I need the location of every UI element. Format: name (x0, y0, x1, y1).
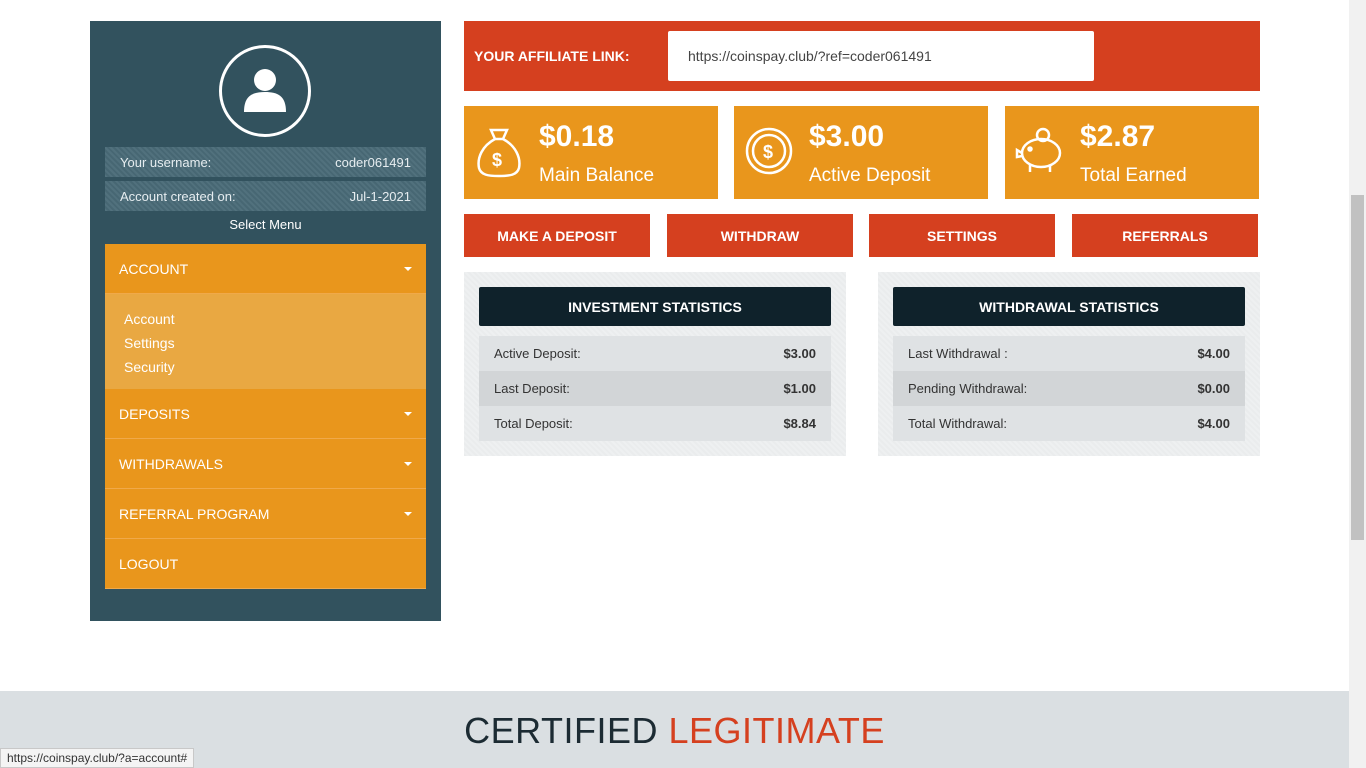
stats-list: Active Deposit: $3.00 Last Deposit: $1.0… (479, 336, 831, 441)
stats-row-value: $0.00 (1197, 381, 1230, 396)
stats-row: Last Withdrawal : $4.00 (893, 336, 1245, 371)
avatar (219, 45, 311, 137)
stats-row-label: Total Deposit: (494, 416, 573, 431)
caret-down-icon (404, 411, 412, 416)
menu-item-label: ACCOUNT (119, 260, 189, 277)
investment-statistics-panel: INVESTMENT STATISTICS Active Deposit: $3… (464, 272, 846, 456)
stats-list: Last Withdrawal : $4.00 Pending Withdraw… (893, 336, 1245, 441)
username-label: Your username: (120, 154, 212, 170)
user-icon (244, 69, 286, 112)
affiliate-label: YOUR AFFILIATE LINK: (474, 48, 630, 64)
menu-item-logout[interactable]: LOGOUT (105, 539, 426, 589)
scrollbar-thumb[interactable] (1351, 195, 1364, 540)
menu-item-deposits[interactable]: DEPOSITS (105, 389, 426, 439)
stats-row: Total Deposit: $8.84 (479, 406, 831, 441)
stat-card-total-earned: $2.87 Total Earned (1005, 106, 1259, 199)
stat-amount: $0.18 (539, 120, 615, 153)
stats-row: Active Deposit: $3.00 (479, 336, 831, 371)
stat-label: Total Earned (1080, 165, 1187, 186)
settings-button[interactable]: SETTINGS (869, 214, 1055, 257)
menu-item-account[interactable]: ACCOUNT (105, 244, 426, 294)
stat-amount: $3.00 (809, 120, 885, 153)
withdraw-button[interactable]: WITHDRAW (667, 214, 853, 257)
stats-row-label: Last Withdrawal : (908, 346, 1008, 361)
menu-item-label: REFERRAL PROGRAM (119, 505, 270, 522)
certified-legitimate-heading: CERTIFIED LEGITIMATE (0, 710, 1349, 752)
stats-row-label: Total Withdrawal: (908, 416, 1007, 431)
coin-icon: $ (744, 126, 794, 181)
affiliate-link-input[interactable] (668, 31, 1094, 81)
select-menu-label: Select Menu (229, 217, 302, 232)
caret-down-icon (404, 266, 412, 271)
status-bar-url: https://coinspay.club/?a=account# (0, 748, 195, 768)
referrals-button[interactable]: REFERRALS (1072, 214, 1258, 257)
submenu-item-account[interactable]: Account (124, 307, 407, 331)
money-bag-icon: $ (474, 126, 524, 183)
stat-label: Main Balance (539, 165, 655, 186)
created-row: Account created on: Jul-1-2021 (105, 181, 426, 211)
stats-row-value: $1.00 (783, 381, 816, 396)
stats-row: Last Deposit: $1.00 (479, 371, 831, 406)
stats-row: Pending Withdrawal: $0.00 (893, 371, 1245, 406)
stat-label: Active Deposit (809, 165, 931, 186)
menu-item-referral-program[interactable]: REFERRAL PROGRAM (105, 489, 426, 539)
menu-item-label: DEPOSITS (119, 405, 190, 422)
stat-card-main-balance: $ $0.18 Main Balance (464, 106, 718, 199)
menu-item-label: LOGOUT (119, 555, 179, 572)
caret-down-icon (404, 461, 412, 466)
affiliate-bar: YOUR AFFILIATE LINK: (464, 21, 1260, 91)
username-row: Your username: coder061491 (105, 147, 426, 177)
cert-word-certified: CERTIFIED (464, 710, 658, 751)
created-value: Jul-1-2021 (349, 188, 411, 204)
stats-row-label: Pending Withdrawal: (908, 381, 1028, 396)
submenu-item-settings[interactable]: Settings (124, 331, 407, 355)
username-value: coder061491 (335, 154, 411, 170)
svg-text:$: $ (763, 142, 773, 162)
caret-down-icon (404, 511, 412, 516)
submenu-item-security[interactable]: Security (124, 355, 407, 379)
sidebar: Your username: coder061491 Account creat… (90, 21, 441, 621)
withdrawal-statistics-panel: WITHDRAWAL STATISTICS Last Withdrawal : … (878, 272, 1260, 456)
panel-title: INVESTMENT STATISTICS (479, 287, 831, 326)
make-deposit-button[interactable]: MAKE A DEPOSIT (464, 214, 650, 257)
stats-row-label: Last Deposit: (494, 381, 570, 396)
page-scrollbar[interactable] (1349, 0, 1366, 768)
stats-row: Total Withdrawal: $4.00 (893, 406, 1245, 441)
panel-title: WITHDRAWAL STATISTICS (893, 287, 1245, 326)
stats-row-value: $4.00 (1197, 346, 1230, 361)
footer: CERTIFIED LEGITIMATE (0, 691, 1349, 768)
stats-row-value: $4.00 (1197, 416, 1230, 431)
stat-amount: $2.87 (1080, 120, 1156, 153)
account-submenu: Account Settings Security (105, 294, 426, 389)
stat-card-active-deposit: $ $3.00 Active Deposit (734, 106, 988, 199)
menu-item-withdrawals[interactable]: WITHDRAWALS (105, 439, 426, 489)
svg-text:$: $ (492, 150, 502, 170)
menu-item-label: WITHDRAWALS (119, 455, 223, 472)
stats-row-value: $3.00 (783, 346, 816, 361)
stats-row-label: Active Deposit: (494, 346, 581, 361)
cert-word-legitimate: LEGITIMATE (668, 710, 885, 751)
created-label: Account created on: (120, 188, 236, 204)
sidebar-menu: ACCOUNT Account Settings Security DEPOSI… (105, 244, 426, 589)
piggy-bank-icon (1015, 126, 1067, 181)
stats-row-value: $8.84 (783, 416, 816, 431)
